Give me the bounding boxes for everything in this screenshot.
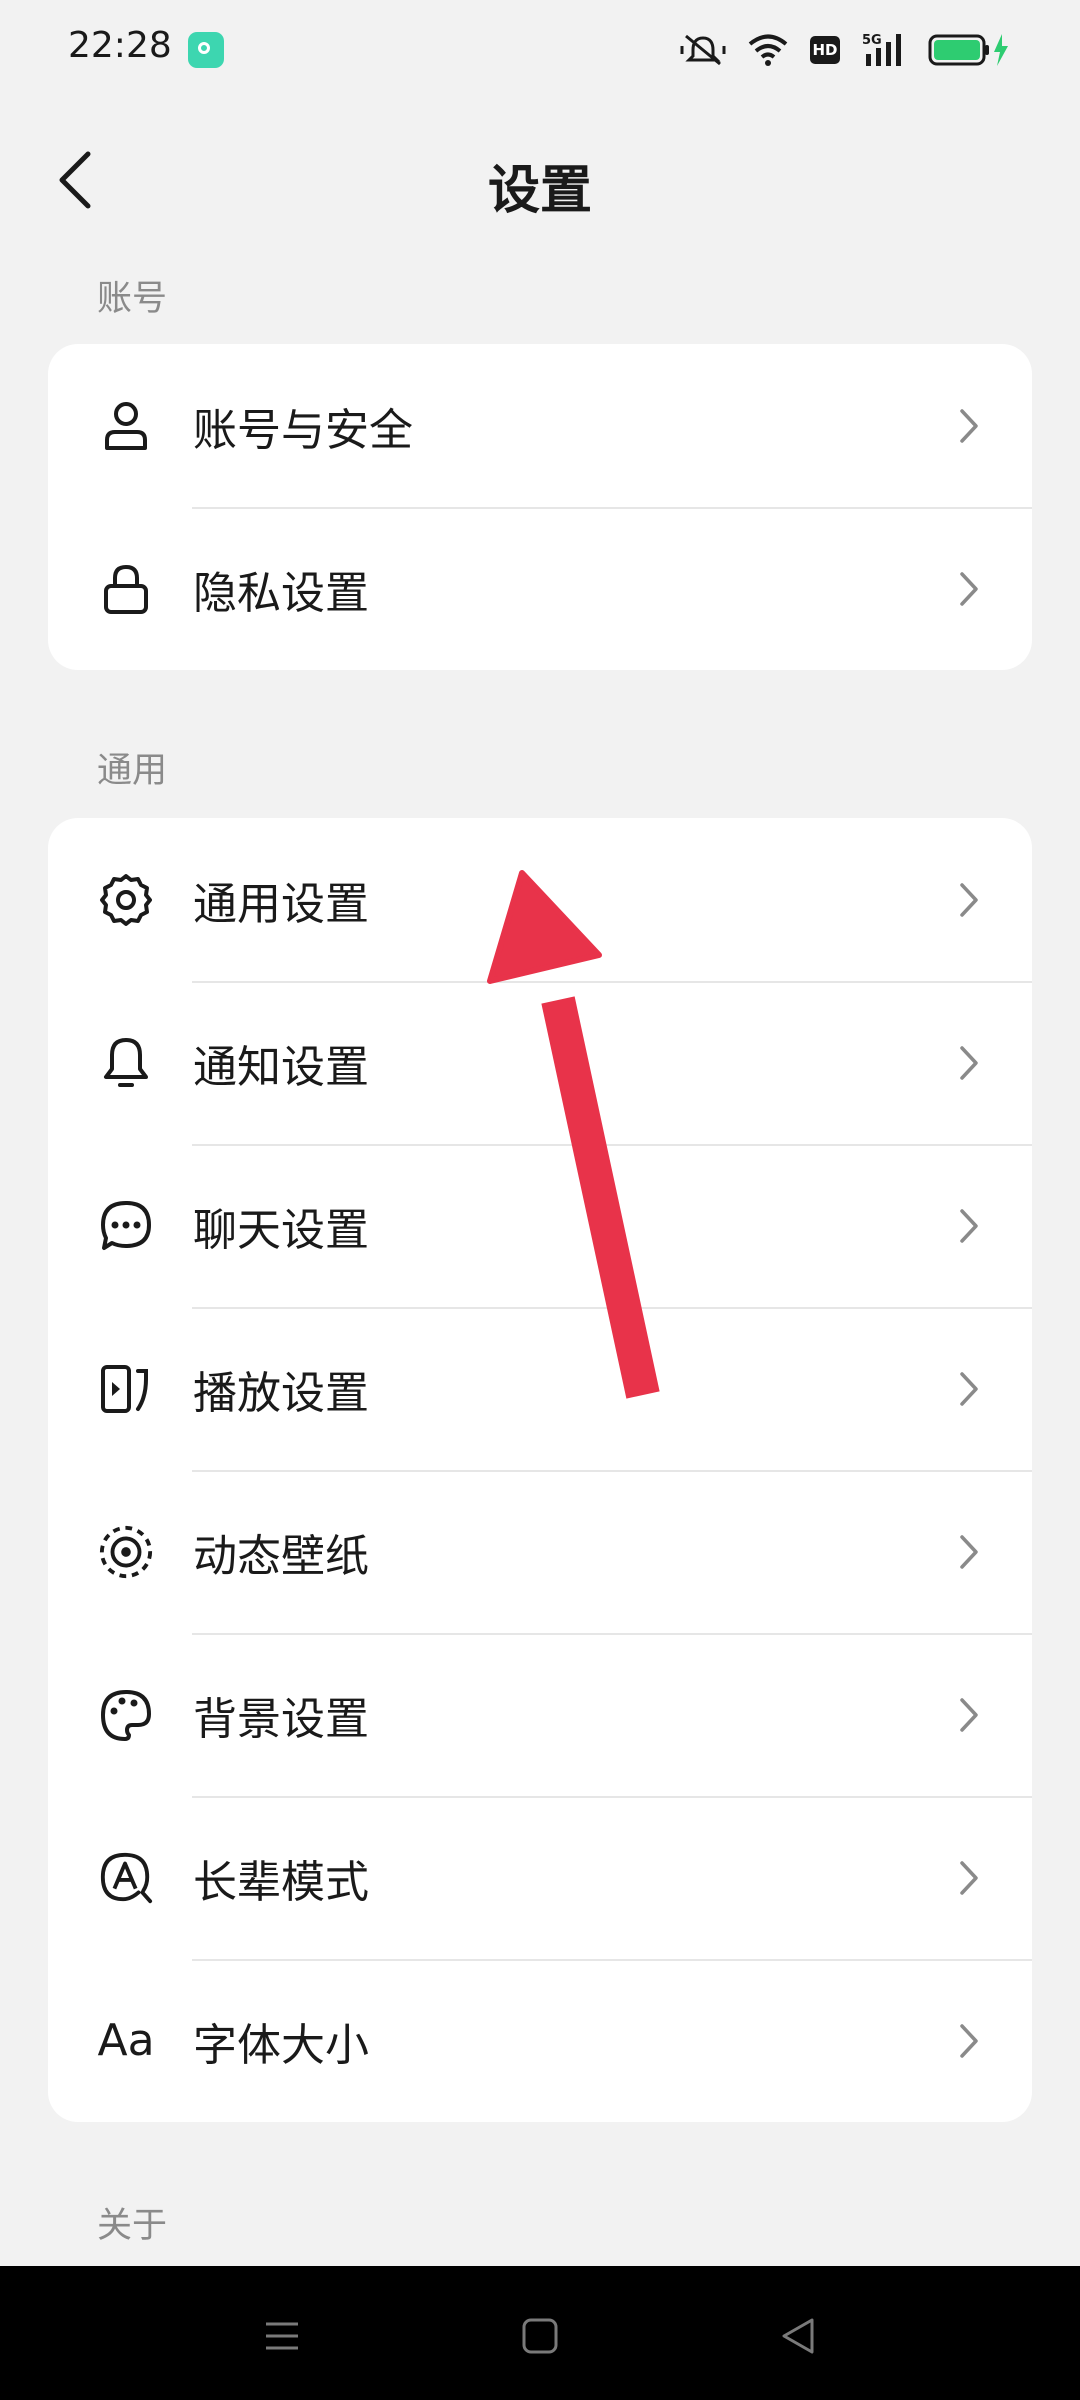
general-card: 通用设置 通知设置 聊天设置 播放设置 动态壁纸 背景设置 长辈模式 Aa 字体… bbox=[48, 818, 1032, 2122]
page-title: 设置 bbox=[487, 161, 592, 221]
row-font-size[interactable]: Aa 字体大小 bbox=[48, 1959, 1032, 2122]
hd-badge: HD bbox=[810, 36, 840, 64]
bell-icon bbox=[98, 1035, 154, 1091]
row-elder-mode[interactable]: 长辈模式 bbox=[48, 1796, 1032, 1959]
row-label: 动态壁纸 bbox=[193, 1530, 369, 1582]
row-account-security[interactable]: 账号与安全 bbox=[48, 344, 1032, 507]
row-label: 通知设置 bbox=[193, 1041, 369, 1093]
menu-button[interactable] bbox=[242, 2296, 322, 2376]
app-notification-icon bbox=[188, 32, 224, 68]
status-icons: HD 5G bbox=[680, 28, 1010, 72]
wifi-icon bbox=[748, 33, 788, 67]
chevron-right-icon bbox=[954, 1695, 984, 1735]
battery-charging-icon bbox=[928, 32, 1010, 68]
row-label: 播放设置 bbox=[193, 1367, 369, 1419]
palette-icon bbox=[98, 1687, 154, 1743]
row-notification-settings[interactable]: 通知设置 bbox=[48, 981, 1032, 1144]
row-label: 聊天设置 bbox=[193, 1204, 369, 1256]
chevron-right-icon bbox=[954, 1043, 984, 1083]
row-chat-settings[interactable]: 聊天设置 bbox=[48, 1144, 1032, 1307]
status-time: 22:28 bbox=[68, 25, 172, 66]
chat-bubble-icon bbox=[98, 1198, 154, 1254]
chevron-right-icon bbox=[954, 569, 984, 609]
row-label: 通用设置 bbox=[193, 878, 369, 930]
section-label-account: 账号 bbox=[97, 279, 168, 319]
5g-signal-icon: 5G bbox=[862, 32, 906, 68]
settings-screen: 22:28 HD 5G 设置 账号 账号与安全 隐私设置 通用 通用设置 通知设… bbox=[0, 0, 1080, 2400]
row-privacy-settings[interactable]: 隐私设置 bbox=[48, 507, 1032, 670]
mute-icon bbox=[680, 32, 726, 68]
font-size-icon-text: Aa bbox=[97, 2015, 155, 2066]
svg-text:5G: 5G bbox=[862, 33, 882, 48]
row-label: 隐私设置 bbox=[193, 567, 369, 619]
play-screen-icon bbox=[98, 1361, 154, 1417]
gear-icon bbox=[98, 872, 154, 928]
user-icon bbox=[98, 398, 154, 454]
home-square-icon bbox=[522, 2318, 558, 2354]
back-nav-button[interactable] bbox=[758, 2296, 838, 2376]
live-wallpaper-icon bbox=[98, 1524, 154, 1580]
navigation-bar bbox=[0, 2266, 1080, 2400]
row-label: 背景设置 bbox=[193, 1693, 369, 1745]
chevron-right-icon bbox=[954, 406, 984, 446]
row-label: 字体大小 bbox=[193, 2019, 369, 2071]
row-live-wallpaper[interactable]: 动态壁纸 bbox=[48, 1470, 1032, 1633]
status-bar: 22:28 HD 5G bbox=[0, 0, 1080, 100]
section-label-about: 关于 bbox=[97, 2206, 168, 2246]
row-label: 长辈模式 bbox=[193, 1856, 369, 1908]
row-playback-settings[interactable]: 播放设置 bbox=[48, 1307, 1032, 1470]
row-general-settings[interactable]: 通用设置 bbox=[48, 818, 1032, 981]
chevron-right-icon bbox=[954, 1206, 984, 1246]
row-background-settings[interactable]: 背景设置 bbox=[48, 1633, 1032, 1796]
lock-icon bbox=[98, 561, 154, 617]
header: 设置 bbox=[0, 120, 1080, 240]
section-label-general: 通用 bbox=[97, 751, 168, 791]
font-size-icon: Aa bbox=[97, 2013, 155, 2069]
account-card: 账号与安全 隐私设置 bbox=[48, 344, 1032, 670]
chevron-right-icon bbox=[954, 2021, 984, 2061]
chevron-right-icon bbox=[954, 1858, 984, 1898]
home-button[interactable] bbox=[500, 2296, 580, 2376]
chevron-right-icon bbox=[954, 880, 984, 920]
back-triangle-icon bbox=[782, 2318, 814, 2354]
row-label: 账号与安全 bbox=[193, 404, 413, 456]
chevron-right-icon bbox=[954, 1532, 984, 1572]
menu-icon bbox=[266, 2322, 298, 2350]
elder-mode-icon bbox=[98, 1850, 154, 1906]
chevron-right-icon bbox=[954, 1369, 984, 1409]
